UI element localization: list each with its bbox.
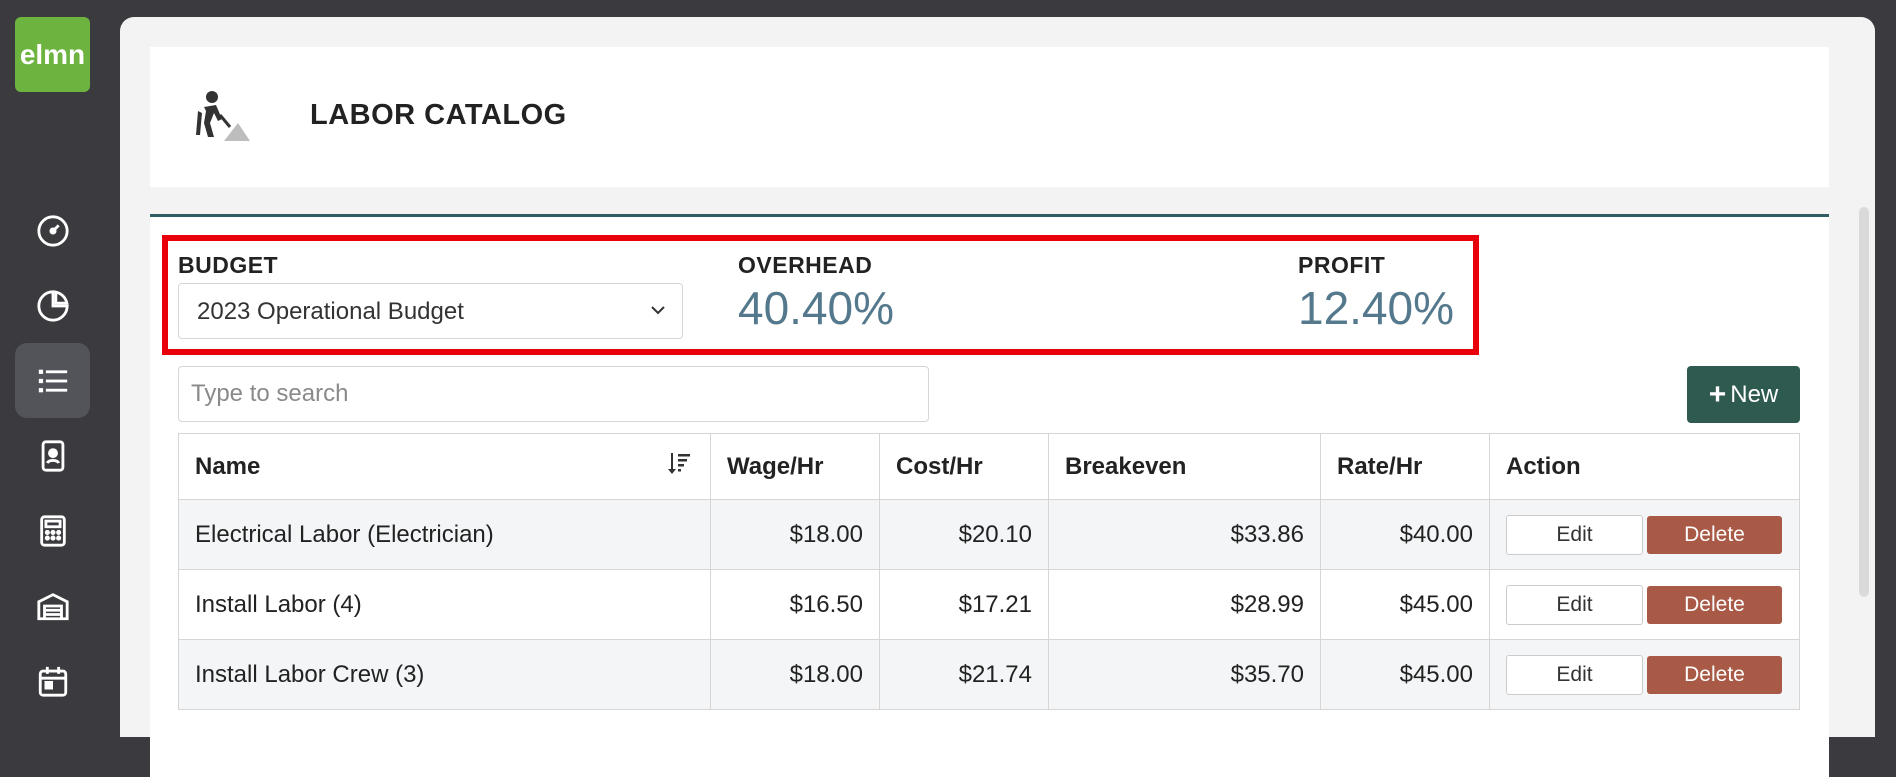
cell-cost: $21.74 (879, 639, 1049, 710)
chevron-down-icon (651, 306, 665, 315)
sidebar-item-contacts[interactable] (15, 418, 90, 493)
labor-table: Name Wage/Hr Cost/Hr Breakeven Rate/Hr A… (178, 433, 1800, 710)
budget-selected-value: 2023 Operational Budget (197, 298, 464, 325)
sort-icon[interactable] (666, 450, 692, 476)
cell-cost: $17.21 (879, 569, 1049, 640)
elmn-logo[interactable]: elmn (15, 17, 90, 92)
sidebar-item-estimates[interactable] (15, 493, 90, 568)
sidebar-item-dashboard[interactable] (15, 193, 90, 268)
cell-breakeven: $28.99 (1048, 569, 1321, 640)
sidebar-item-inventory[interactable] (15, 568, 90, 643)
delete-button[interactable]: Delete (1647, 585, 1782, 624)
sidebar-item-reports[interactable] (15, 268, 90, 343)
delete-button[interactable]: Delete (1647, 655, 1782, 694)
cell-actions: Edit Delete (1489, 569, 1800, 640)
new-button[interactable]: + New (1687, 366, 1800, 423)
new-button-label: New (1730, 380, 1779, 408)
sidebar-item-schedule[interactable] (15, 643, 90, 718)
calculator-icon (39, 514, 66, 547)
cell-breakeven: $35.70 (1048, 639, 1321, 710)
column-header-wage[interactable]: Wage/Hr (710, 433, 880, 500)
column-header-action: Action (1489, 433, 1800, 500)
page-title: LABOR CATALOG (310, 99, 567, 131)
cell-wage: $16.50 (710, 569, 880, 640)
cell-actions: Edit Delete (1489, 639, 1800, 710)
pie-chart-icon (36, 289, 69, 322)
scrollbar[interactable] (1859, 207, 1869, 597)
list-icon (38, 369, 67, 392)
cell-name: Electrical Labor (Electrician) (178, 499, 711, 570)
overhead-label: OVERHEAD (738, 252, 873, 278)
sidebar-item-catalog[interactable] (15, 343, 90, 418)
cell-breakeven: $33.86 (1048, 499, 1321, 570)
column-header-rate[interactable]: Rate/Hr (1320, 433, 1490, 500)
column-header-cost[interactable]: Cost/Hr (879, 433, 1049, 500)
cell-wage: $18.00 (710, 639, 880, 710)
table-row: Install Labor (4) $16.50 $17.21 $28.99 $… (178, 569, 1800, 640)
edit-button[interactable]: Edit (1506, 514, 1643, 555)
column-header-breakeven[interactable]: Breakeven (1048, 433, 1321, 500)
delete-button[interactable]: Delete (1647, 515, 1782, 554)
cell-actions: Edit Delete (1489, 499, 1800, 570)
cell-name: Install Labor Crew (3) (178, 639, 711, 710)
table-header-row: Name Wage/Hr Cost/Hr Breakeven Rate/Hr A… (178, 433, 1800, 500)
cell-rate: $45.00 (1320, 639, 1490, 710)
page-header: LABOR CATALOG (150, 47, 1829, 187)
column-header-name[interactable]: Name (178, 433, 711, 500)
profit-label: PROFIT (1298, 252, 1386, 278)
calendar-icon (38, 666, 67, 697)
worker-shovel-icon (196, 91, 250, 141)
catalog-card: BUDGET 2023 Operational Budget OVERHEAD … (150, 214, 1829, 777)
warehouse-icon (36, 592, 69, 620)
overhead-value: 40.40% (738, 282, 895, 334)
budget-label: BUDGET (178, 252, 279, 278)
search-input[interactable] (178, 366, 929, 422)
table-row: Install Labor Crew (3) $18.00 $21.74 $35… (178, 639, 1800, 710)
cell-rate: $45.00 (1320, 569, 1490, 640)
cell-rate: $40.00 (1320, 499, 1490, 570)
cell-name: Install Labor (4) (178, 569, 711, 640)
cell-wage: $18.00 (710, 499, 880, 570)
profit-value: 12.40% (1298, 282, 1455, 334)
contact-card-icon (41, 439, 64, 472)
edit-button[interactable]: Edit (1506, 584, 1643, 625)
edit-button[interactable]: Edit (1506, 654, 1643, 695)
budget-select[interactable]: 2023 Operational Budget (178, 283, 683, 339)
cell-cost: $20.10 (879, 499, 1049, 570)
plus-icon: + (1708, 377, 1727, 411)
sidebar: elmn (0, 0, 120, 712)
main-panel: LABOR CATALOG BUDGET 2023 Operational Bu… (120, 17, 1875, 777)
table-row: Electrical Labor (Electrician) $18.00 $2… (178, 499, 1800, 570)
dashboard-gauge-icon (36, 214, 69, 247)
